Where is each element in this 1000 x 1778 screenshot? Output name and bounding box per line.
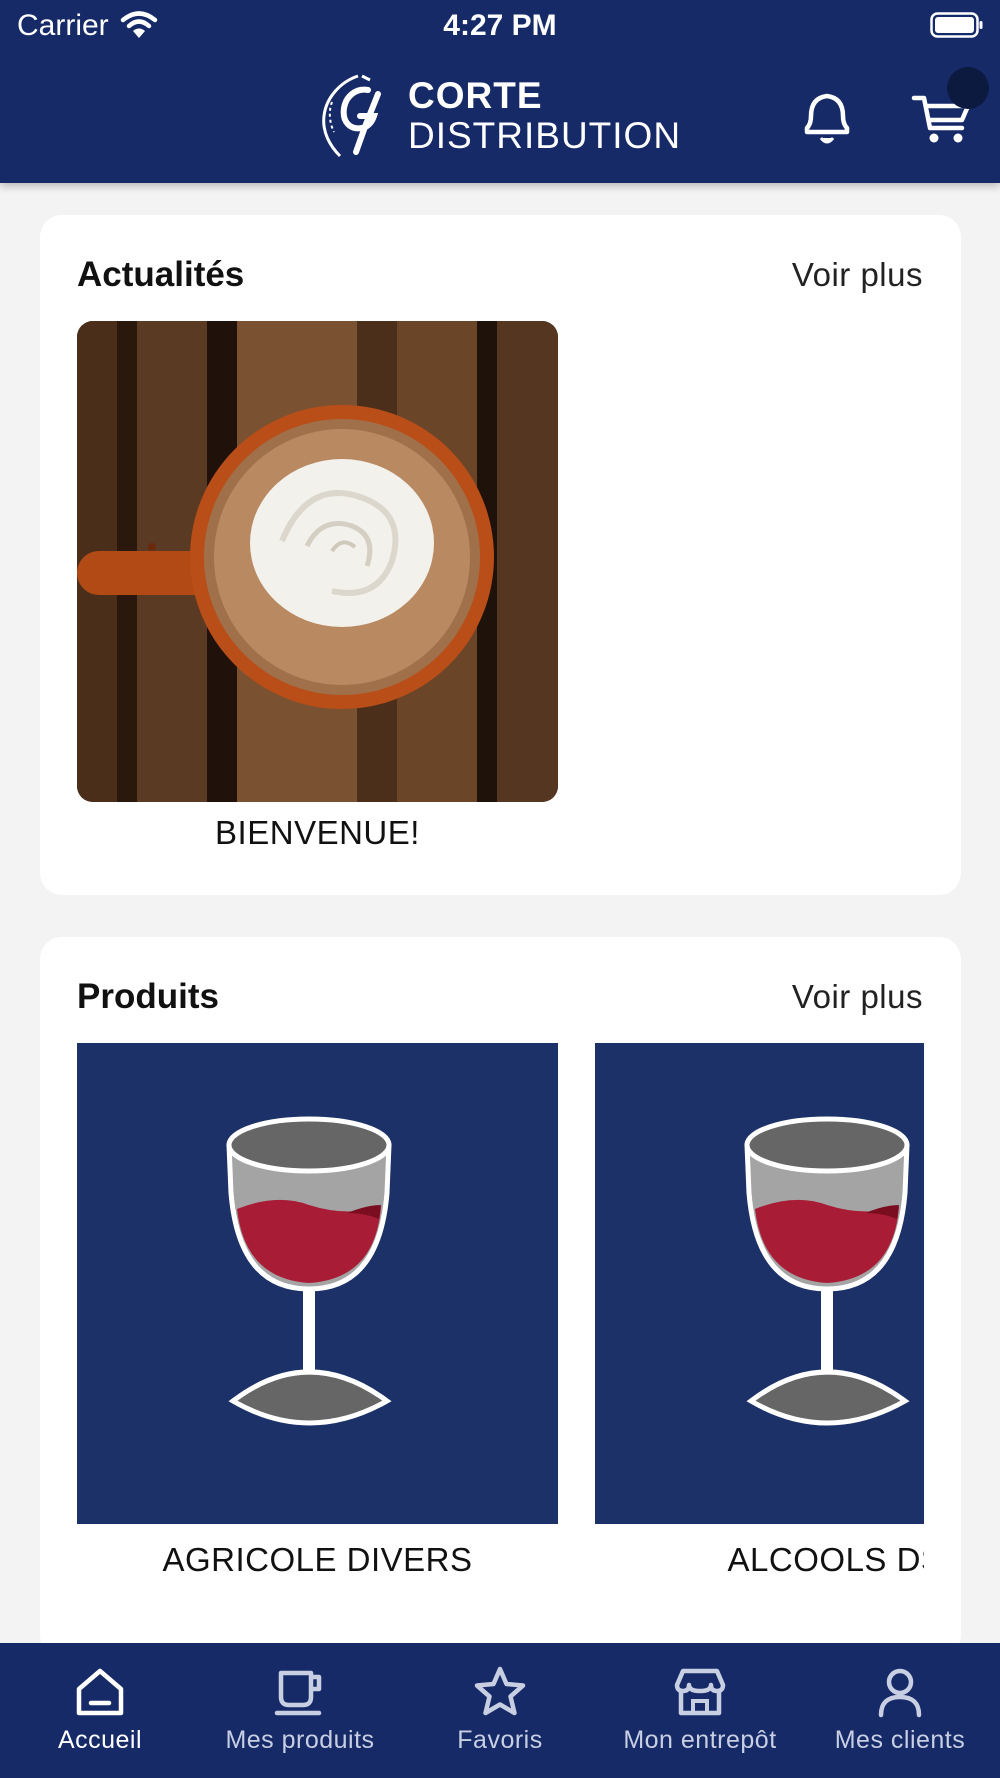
product-image	[77, 1043, 558, 1524]
logo-mark-icon	[322, 74, 381, 158]
home-icon	[76, 1668, 124, 1716]
wine-glass-icon	[226, 1116, 392, 1426]
tab-favoris[interactable]: Favoris	[400, 1643, 600, 1778]
cup-icon	[274, 1670, 322, 1716]
product-caption: AGRICOLE DIVERS	[162, 1541, 473, 1578]
product-item[interactable]: ALCOOLS DS	[595, 1043, 924, 1582]
news-item-caption[interactable]: BIENVENUE!	[77, 811, 558, 855]
news-section-title: Actualités	[77, 255, 245, 294]
tab-label: Mon entrepôt	[623, 1726, 777, 1754]
status-time: 4:27 PM	[443, 9, 557, 42]
tab-mes-produits[interactable]: Mes produits	[200, 1643, 400, 1778]
tab-mes-clients[interactable]: Mes clients	[800, 1643, 1000, 1778]
products-section-title: Produits	[77, 977, 219, 1016]
top-header: Carrier 4:27 PM CORTE DISTRIBUTION	[0, 0, 1000, 183]
news-card: Actualités Voir plus BIENVENUE!	[40, 215, 961, 895]
tab-label: Favoris	[457, 1726, 543, 1754]
user-icon	[878, 1668, 922, 1718]
bottom-tab-bar: Accueil Mes produits Favoris Mon entrepô…	[0, 1643, 1000, 1778]
wine-glass-icon	[744, 1116, 910, 1426]
tab-label: Mes produits	[225, 1726, 375, 1754]
hot-chocolate-image	[77, 321, 558, 802]
product-caption: ALCOOLS DS	[727, 1541, 924, 1578]
tab-label: Accueil	[57, 1726, 143, 1754]
products-see-more-link[interactable]: Voir plus	[792, 975, 923, 1019]
store-icon	[674, 1668, 726, 1716]
star-icon	[474, 1666, 526, 1716]
brand-logo: CORTE DISTRIBUTION	[318, 72, 682, 162]
battery-icon	[930, 12, 983, 38]
logo-text-distribution: DISTRIBUTION	[408, 115, 682, 156]
tab-mon-entrepot[interactable]: Mon entrepôt	[600, 1643, 800, 1778]
products-carousel[interactable]: AGRICOLE DIVERS ALCOOLS DS	[77, 1043, 924, 1643]
product-image	[595, 1043, 924, 1524]
news-item-image[interactable]	[77, 321, 558, 802]
cart-badge	[947, 67, 989, 109]
products-card: Produits Voir plus AGRICOLE DIVERS ALCOO…	[40, 937, 961, 1657]
tab-accueil[interactable]: Accueil	[0, 1643, 200, 1778]
tab-label: Mes clients	[834, 1726, 966, 1754]
product-item[interactable]: AGRICOLE DIVERS	[77, 1043, 558, 1582]
logo-text-corte: CORTE	[408, 75, 543, 116]
news-see-more-link[interactable]: Voir plus	[792, 253, 923, 297]
bell-icon[interactable]	[797, 88, 857, 148]
